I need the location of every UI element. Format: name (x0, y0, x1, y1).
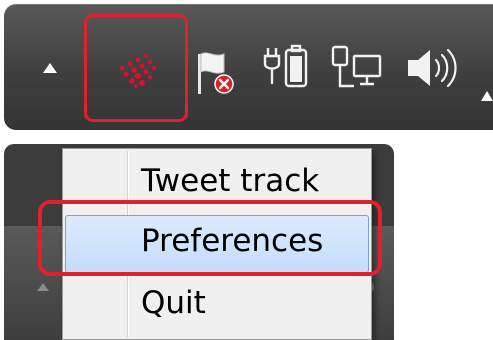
menu-item-quit[interactable]: Quit (65, 277, 369, 335)
show-hidden-icons-arrow-icon[interactable] (42, 62, 58, 74)
volume-speaker-icon[interactable] (404, 46, 460, 90)
menu-item-label: Preferences (141, 223, 324, 259)
power-battery-icon[interactable] (262, 44, 312, 92)
tray-context-menu: Tweet track Preferences Quit (62, 148, 372, 340)
tweet-tracker-dots-icon[interactable] (114, 52, 160, 88)
menu-item-preferences[interactable]: Preferences (65, 215, 369, 273)
menu-item-label: Quit (141, 285, 206, 321)
taskbar-notification-area (4, 4, 493, 130)
taskbar-notification-area-crop (4, 4, 493, 130)
menu-item-tweet-track[interactable]: Tweet track (65, 155, 369, 213)
edge-arrow-up-icon (481, 91, 493, 101)
action-center-flag-error-icon[interactable] (194, 48, 240, 98)
faint-arrow-icon (37, 283, 49, 291)
menu-item-label: Tweet track (141, 163, 320, 199)
network-icon[interactable] (330, 44, 384, 94)
